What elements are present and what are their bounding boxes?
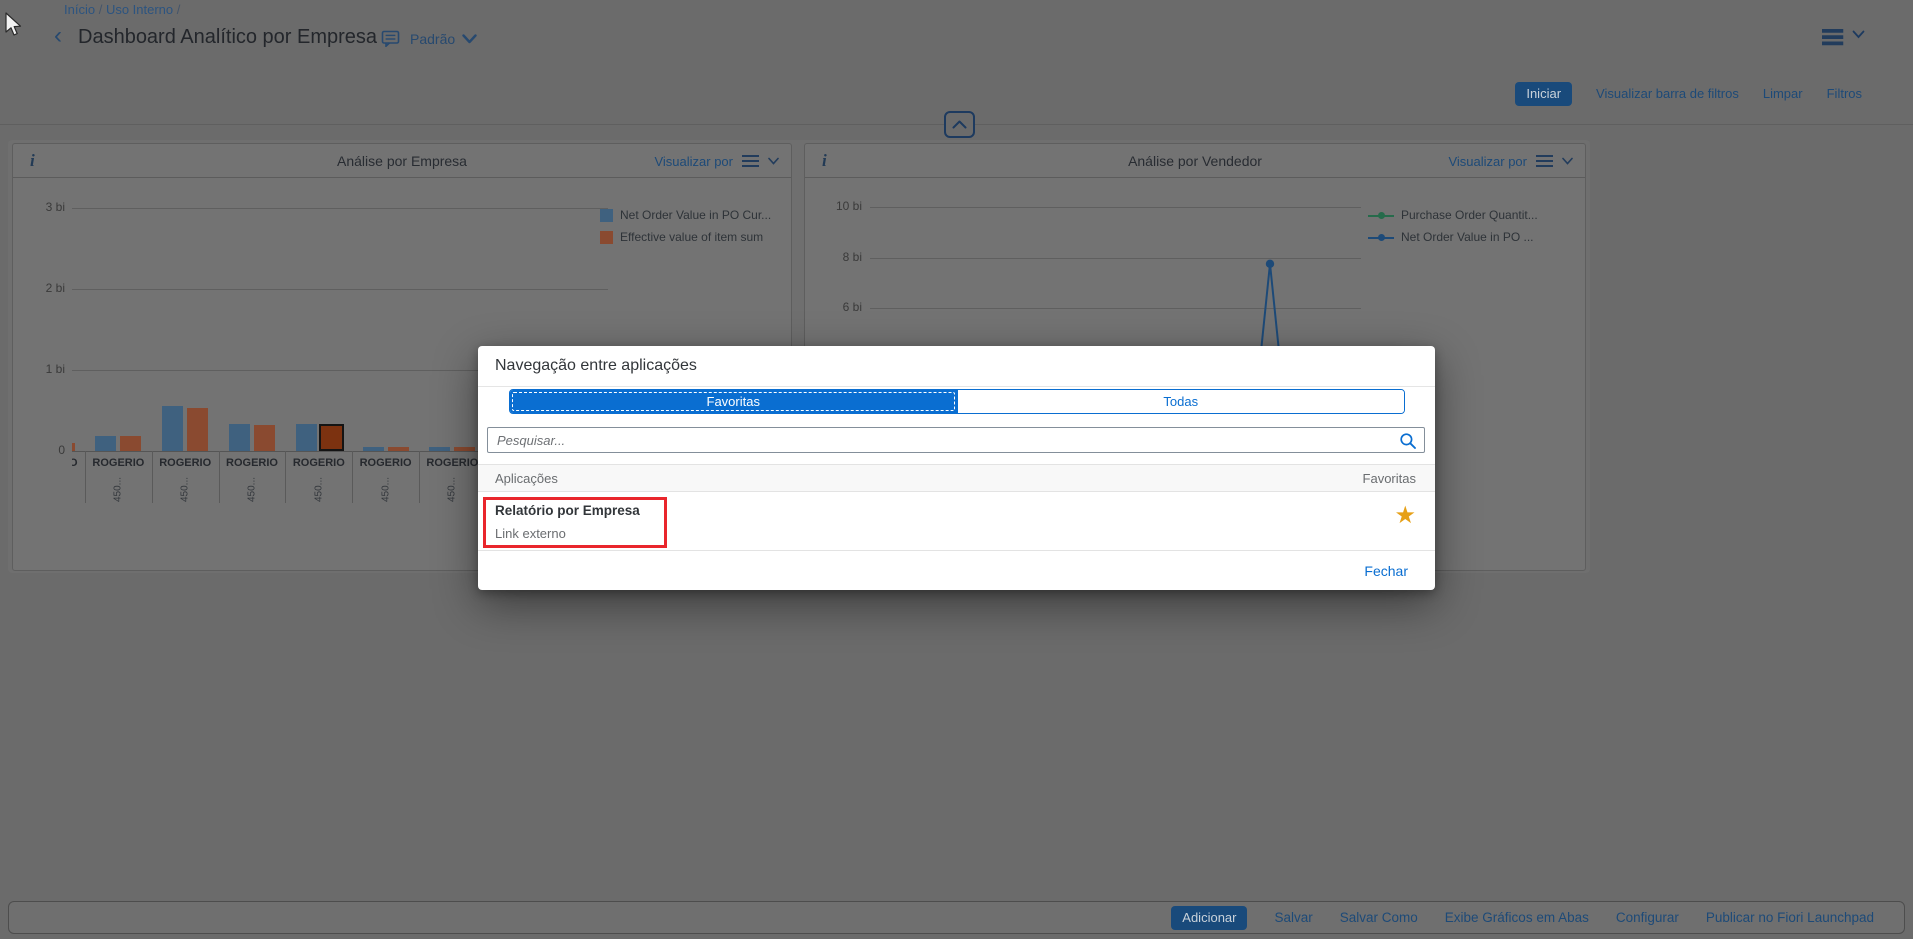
x-category-label: ROGERIO bbox=[419, 457, 485, 469]
bar-net-order-value[interactable] bbox=[429, 447, 450, 451]
x-category-label: ROGERIO bbox=[72, 457, 85, 469]
bar-net-order-value[interactable] bbox=[229, 424, 250, 451]
column-favoritas: Favoritas bbox=[1363, 471, 1416, 486]
legend-item: Purchase Order Quantit... bbox=[1368, 208, 1538, 222]
legend-swatch bbox=[600, 209, 613, 222]
legend-label: Net Order Value in PO Cur... bbox=[620, 208, 771, 222]
list-item-subtitle: Link externo bbox=[495, 526, 566, 541]
legend-item: Net Order Value in PO ... bbox=[1368, 230, 1534, 244]
x-category-label: ROGERIO bbox=[286, 457, 352, 469]
x-category-label: ROGERIO bbox=[85, 457, 151, 469]
list-item-title[interactable]: Relatório por Empresa bbox=[495, 503, 640, 518]
legend-label: Net Order Value in PO ... bbox=[1401, 230, 1534, 244]
dialog-title-divider bbox=[478, 386, 1435, 387]
navigation-dialog: Navegação entre aplicações Favoritas Tod… bbox=[478, 346, 1435, 590]
bar-net-order-value[interactable] bbox=[162, 406, 183, 451]
tab-favoritas[interactable]: Favoritas bbox=[510, 390, 957, 413]
fechar-button[interactable]: Fechar bbox=[1364, 563, 1408, 579]
search-icon[interactable] bbox=[1399, 432, 1417, 450]
favorite-star-icon[interactable]: ★ bbox=[1394, 504, 1416, 528]
tab-group: Favoritas Todas bbox=[509, 389, 1405, 414]
x-category-sublabel: 450... bbox=[313, 470, 324, 510]
bar-net-order-value[interactable] bbox=[95, 436, 116, 451]
y-tick-label: 1 bi bbox=[18, 362, 65, 376]
dialog-title: Navegação entre aplicações bbox=[495, 346, 697, 386]
list-column-headers: Aplicações Favoritas bbox=[478, 464, 1435, 492]
exibe-graficos-em-abas-button[interactable]: Exibe Gráficos em Abas bbox=[1445, 910, 1589, 925]
configurar-button[interactable]: Configurar bbox=[1616, 910, 1679, 925]
legend-swatch bbox=[600, 231, 613, 244]
footer-toolbar: Adicionar Salvar Salvar Como Exibe Gráfi… bbox=[8, 901, 1905, 934]
y-tick-label: 3 bi bbox=[18, 200, 65, 214]
y-tick-label: 8 bi bbox=[812, 250, 862, 264]
y-tick-label: 0 bbox=[18, 443, 65, 457]
bar-effective-value[interactable] bbox=[388, 447, 409, 451]
legend-label: Effective value of item sum bbox=[620, 230, 763, 244]
list-item-relatorio-por-empresa[interactable]: Relatório por Empresa Link externo ★ bbox=[478, 492, 1435, 551]
dialog-footer: Fechar bbox=[478, 551, 1435, 590]
y-tick-label: 10 bi bbox=[812, 199, 862, 213]
bar-effective-value[interactable] bbox=[120, 436, 141, 451]
legend-line-dot-marker bbox=[1368, 234, 1394, 241]
publicar-fiori-launchpad-button[interactable]: Publicar no Fiori Launchpad bbox=[1706, 910, 1874, 925]
salvar-button[interactable]: Salvar bbox=[1274, 910, 1312, 925]
y-tick-label: 6 bi bbox=[812, 300, 862, 314]
x-category-sublabel: 450... bbox=[447, 470, 458, 510]
legend-label: Purchase Order Quantit... bbox=[1401, 208, 1538, 222]
x-category-label: ROGERIO bbox=[353, 457, 419, 469]
legend-item: Net Order Value in PO Cur... bbox=[600, 208, 771, 222]
search-input[interactable] bbox=[488, 428, 1424, 452]
bar-effective-value[interactable] bbox=[187, 408, 208, 451]
y-tick-label: 2 bi bbox=[18, 281, 65, 295]
x-category-sublabel: 450... bbox=[113, 470, 124, 510]
adicionar-button[interactable]: Adicionar bbox=[1171, 906, 1247, 930]
x-category-label: ROGERIO bbox=[152, 457, 218, 469]
search-field bbox=[487, 427, 1425, 453]
x-category-sublabel: 450... bbox=[380, 470, 391, 510]
legend-line-dot-marker bbox=[1368, 212, 1394, 219]
column-aplicacoes: Aplicações bbox=[495, 471, 558, 486]
x-category-sublabel: 450... bbox=[247, 470, 258, 510]
bar-net-order-value[interactable] bbox=[363, 447, 384, 451]
bar-effective-value[interactable] bbox=[454, 447, 475, 451]
salvar-como-button[interactable]: Salvar Como bbox=[1340, 910, 1418, 925]
x-category-sublabel: 450... bbox=[180, 470, 191, 510]
bar-effective-value[interactable] bbox=[254, 425, 275, 451]
bar-effective-value-selected[interactable] bbox=[319, 424, 344, 451]
tab-todas[interactable]: Todas bbox=[957, 390, 1405, 413]
legend-item: Effective value of item sum bbox=[600, 230, 763, 244]
bar-net-order-value[interactable] bbox=[296, 424, 317, 451]
x-category-label: ROGERIO bbox=[219, 457, 285, 469]
bar-effective-value[interactable] bbox=[72, 443, 75, 451]
